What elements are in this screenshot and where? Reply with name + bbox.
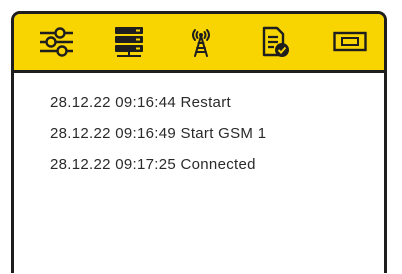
log-entry: 28.12.22 09:16:49 Start GSM 1 (50, 125, 267, 142)
log-entry: 28.12.22 09:16:44 Restart (50, 94, 231, 111)
toolbar (14, 14, 384, 73)
antenna-button[interactable] (179, 14, 223, 70)
event-log: 28.12.22 09:16:44 Restart 28.12.22 09:16… (50, 94, 266, 187)
log-entry: 28.12.22 09:17:25 Connected (50, 156, 256, 173)
server-icon (115, 27, 143, 57)
document-check-icon (262, 26, 289, 57)
device-panel: 28.12.22 09:16:44 Restart 28.12.22 09:16… (11, 11, 387, 273)
document-check-button[interactable] (254, 14, 298, 70)
settings-button[interactable] (34, 14, 78, 70)
settings-sliders-icon (40, 27, 73, 57)
antenna-tower-icon (192, 29, 210, 57)
window-button[interactable] (328, 14, 372, 70)
server-button[interactable] (107, 14, 151, 70)
window-icon (333, 31, 367, 52)
